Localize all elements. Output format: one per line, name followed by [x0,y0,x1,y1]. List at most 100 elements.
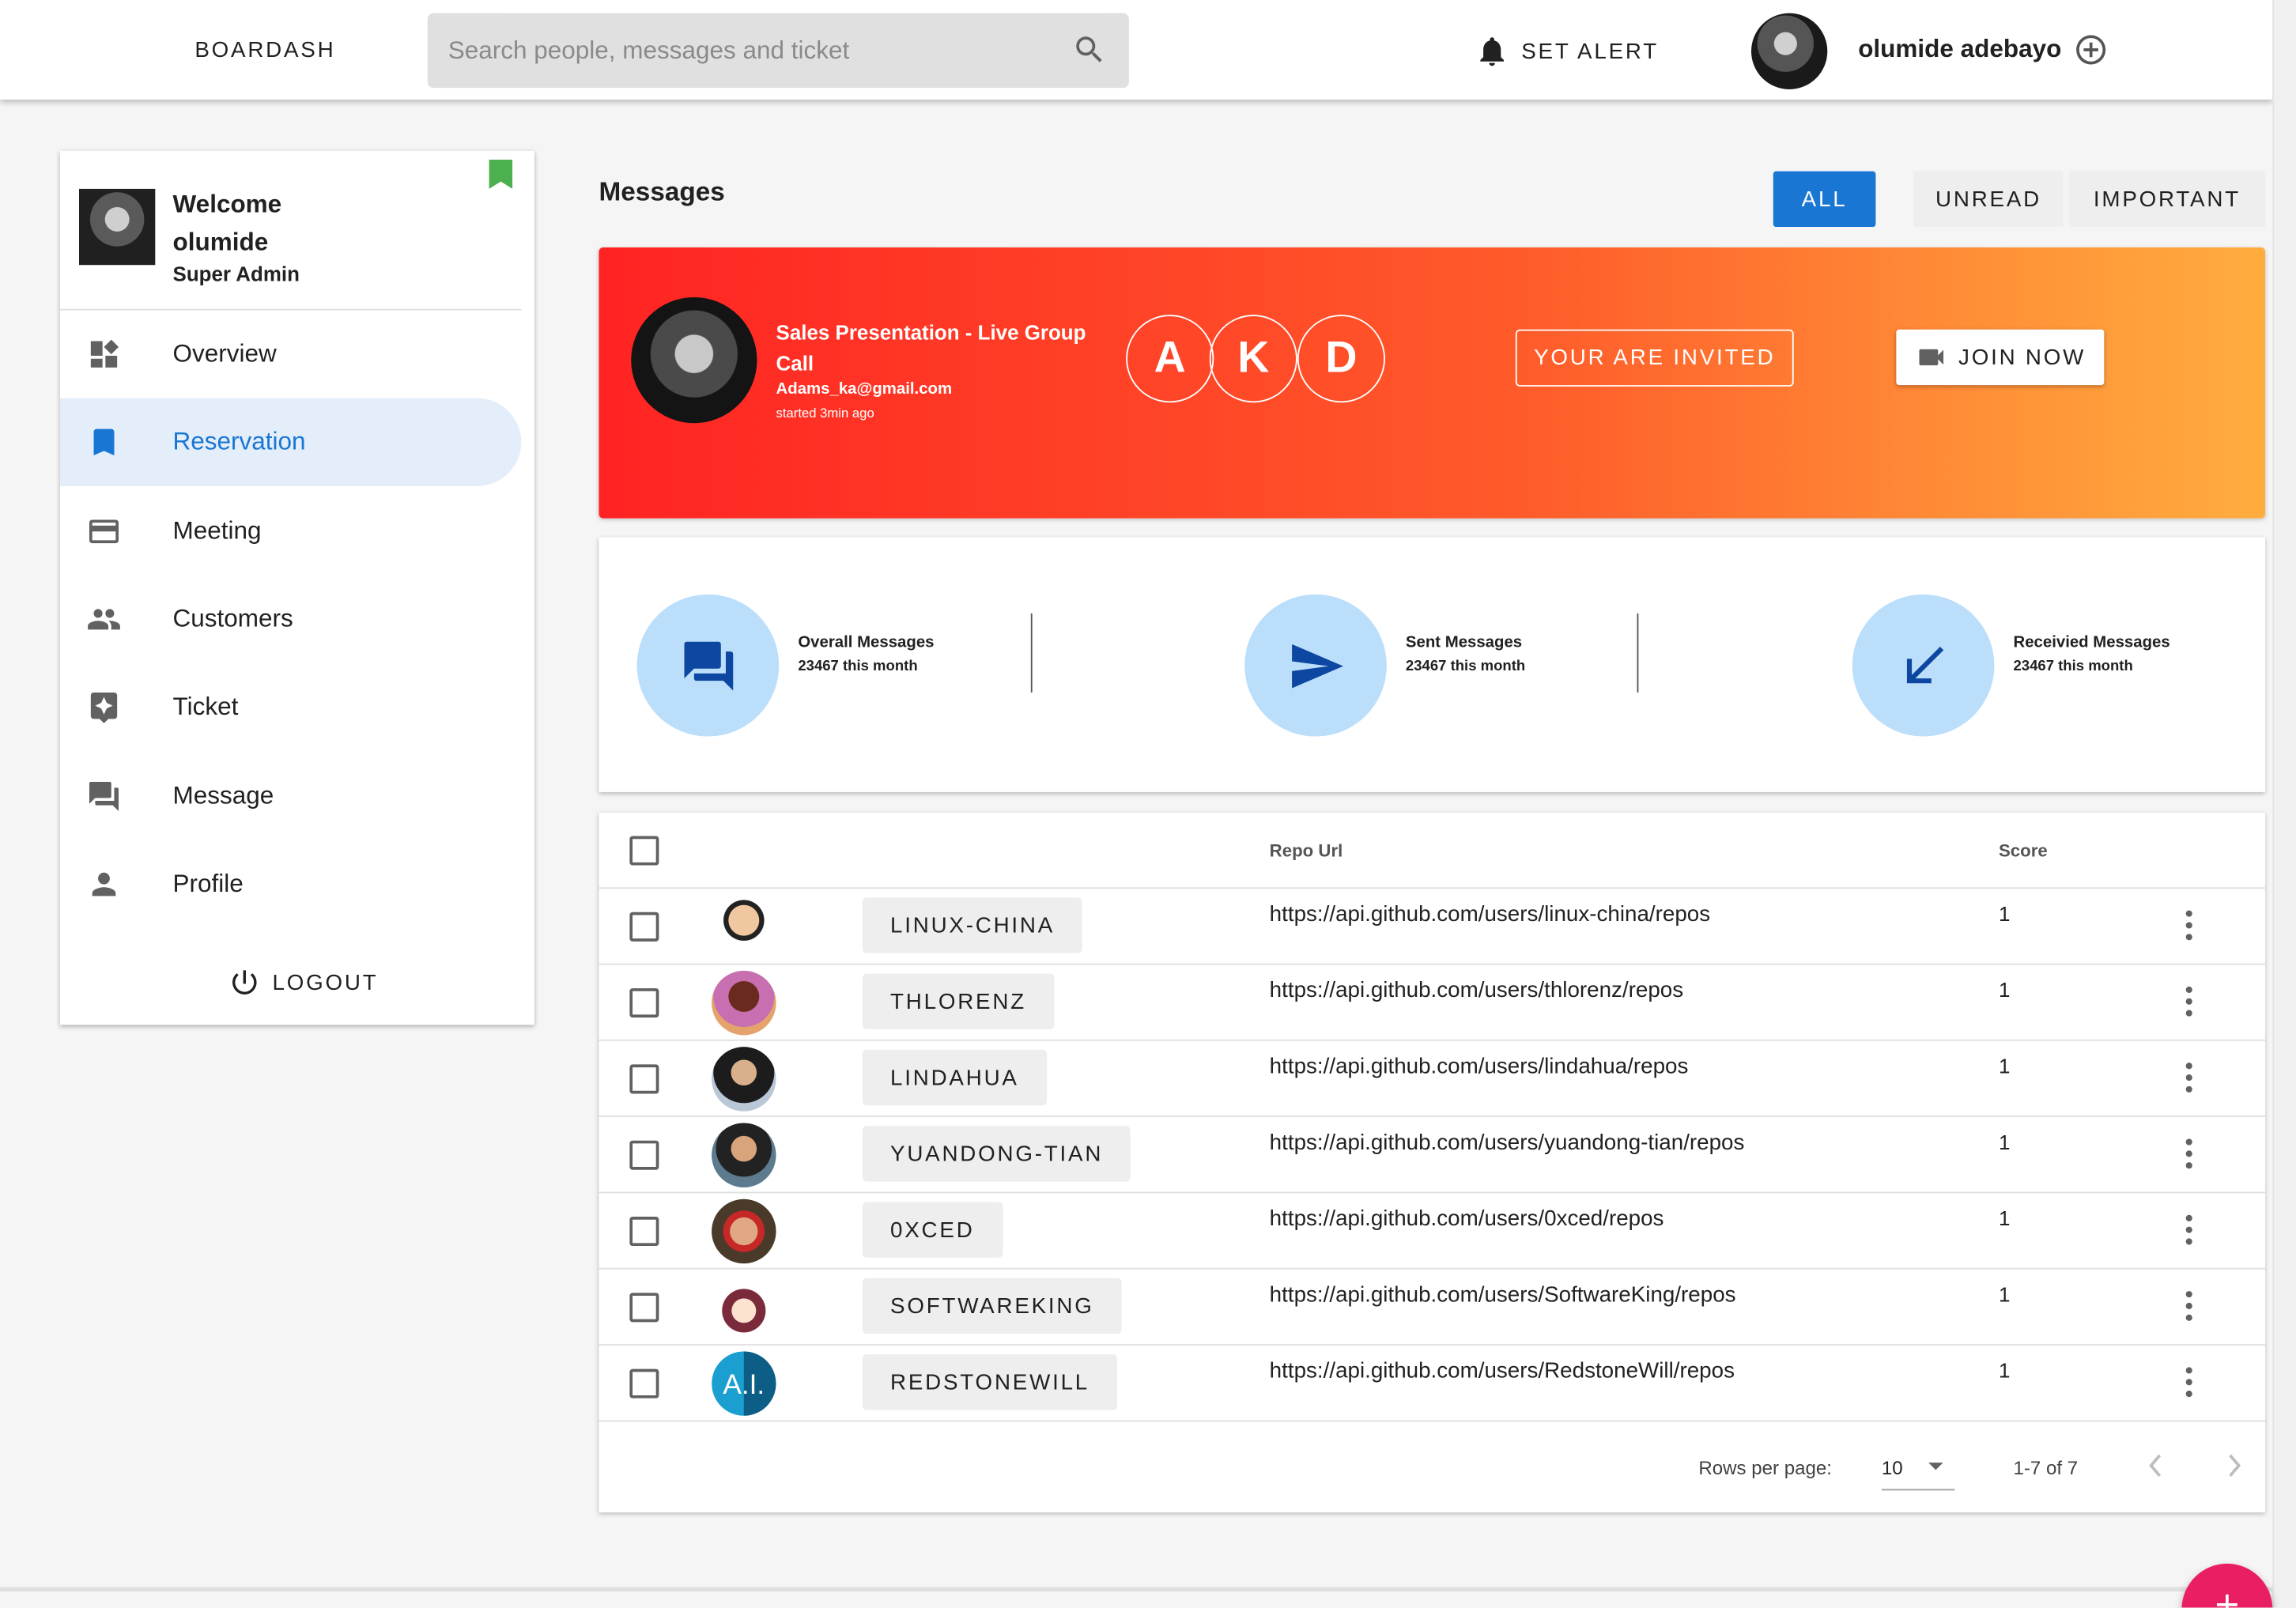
user-chip[interactable]: REDSTONEWILL [862,1354,1118,1410]
rows-per-page-value: 10 [1881,1456,1903,1479]
more-vert-icon[interactable] [2183,1214,2195,1246]
users-table: Repo Url Score LINUX-CHINA https://api.g… [599,812,2266,1513]
join-now-button[interactable]: JOIN NOW [1896,329,2105,386]
user-chip[interactable]: SOFTWAREKING [862,1278,1122,1334]
stat-icon-circle [636,594,780,737]
user-avatar[interactable] [1750,13,1828,89]
more-vert-icon[interactable] [2183,985,2195,1017]
sidebar-item-customers[interactable]: Customers [60,576,521,663]
add-circle-icon[interactable] [2073,32,2108,67]
sidebar-item-profile[interactable]: Profile [60,840,521,928]
participant-avatar[interactable]: A [1126,315,1214,403]
score-value: 1 [1998,1358,2011,1383]
sidebar-item-label: Overview [172,339,277,368]
filter-important-button[interactable]: IMPORTANT [2068,171,2266,228]
sidebar-item-label: Customers [172,604,293,633]
repo-url: https://api.github.com/users/0xced/repos [1269,1206,1664,1232]
repo-url: https://api.github.com/users/linux-china… [1269,901,1711,927]
participant-avatar[interactable]: D [1297,315,1385,403]
set-alert-label: SET ALERT [1521,39,1659,64]
stat-value: 23467 this month [1405,659,1526,675]
column-header-score[interactable]: Score [1999,840,2048,861]
page-range: 1-7 of 7 [2013,1456,2079,1479]
score-value: 1 [1998,978,2011,1002]
chevron-left-icon[interactable] [2145,1448,2166,1483]
rows-per-page-select[interactable]: 10 [1881,1448,1955,1491]
sidebar-item-overview[interactable]: Overview [60,311,521,398]
videocam-icon [1918,349,1943,366]
logout-button[interactable]: LOGOUT [228,966,379,998]
chevron-right-icon[interactable] [2224,1448,2245,1483]
more-vert-icon[interactable] [2183,1366,2195,1399]
invited-button[interactable]: YOUR ARE INVITED [1515,329,1794,387]
row-checkbox[interactable] [629,988,659,1018]
participant-avatar[interactable]: K [1209,315,1297,403]
row-checkbox[interactable] [629,1293,659,1323]
table-row[interactable]: LINUX-CHINA https://api.github.com/users… [599,887,2266,964]
avatar: A.I. [712,1351,776,1416]
stat-icon-circle [1244,594,1387,737]
stat-divider [1637,613,1639,693]
divider [0,1587,2273,1592]
filter-unread-button[interactable]: UNREAD [1913,171,2064,228]
user-chip[interactable]: LINDAHUA [862,1049,1047,1106]
table-row[interactable]: YUANDONG-TIAN https://api.github.com/use… [599,1115,2266,1193]
table-row[interactable]: LINDAHUA https://api.github.com/users/li… [599,1039,2266,1117]
score-value: 1 [1998,1130,2011,1154]
sidebar-item-meeting[interactable]: Meeting [60,488,521,576]
row-checkbox[interactable] [629,1368,659,1399]
search-icon[interactable] [1072,32,1107,67]
table-row[interactable]: THLORENZ https://api.github.com/users/th… [599,963,2266,1041]
user-chip[interactable]: LINUX-CHINA [862,897,1083,953]
sidebar-item-message[interactable]: Message [60,753,521,840]
arrow-down-left-icon [1905,646,1943,683]
page-scrollbar[interactable] [2272,0,2296,1608]
add-fab-button[interactable] [2181,1563,2273,1608]
set-alert-button[interactable]: SET ALERT [1475,32,1659,70]
welcome-text: Welcome olumide [173,186,349,262]
table-row[interactable]: 0XCED https://api.github.com/users/0xced… [599,1191,2266,1270]
row-checkbox[interactable] [629,1064,659,1094]
sidebar-item-label: Reservation [172,427,306,455]
stat-value: 23467 this month [798,659,918,675]
search-placeholder: Search people, messages and ticket [447,36,850,65]
search-input[interactable]: Search people, messages and ticket [427,13,1129,89]
user-role: Super Admin [172,262,300,286]
more-vert-icon[interactable] [2183,909,2195,942]
more-vert-icon[interactable] [2183,1062,2195,1094]
more-vert-icon[interactable] [2183,1138,2195,1170]
svg-text:A.I.: A.I. [723,1369,765,1400]
filter-all-button[interactable]: ALL [1773,171,1876,228]
sidebar-item-label: Ticket [172,692,239,721]
sidebar-item-ticket[interactable]: Ticket [60,663,521,751]
row-checkbox[interactable] [629,1140,659,1170]
table-row[interactable]: A.I. REDSTONEWILL https://api.github.com… [599,1344,2266,1421]
repo-url: https://api.github.com/users/thlorenz/re… [1269,978,1684,1003]
brand-logo[interactable]: BOARDASH [194,38,335,62]
power-icon [232,970,257,995]
user-chip[interactable]: 0XCED [862,1202,1003,1258]
select-all-checkbox[interactable] [629,836,659,866]
welcome-name: olumide [172,228,269,257]
more-vert-icon[interactable] [2183,1290,2195,1323]
rows-per-page-label: Rows per page: [1698,1456,1832,1479]
bell-icon [1480,37,1505,66]
arrow-drop-down-icon [1928,1463,1943,1470]
table-row[interactable]: SOFTWAREKING https://api.github.com/user… [599,1267,2266,1346]
bookmark-icon [93,428,115,455]
column-header-repo-url[interactable]: Repo Url [1270,840,1343,861]
top-app-bar: BOARDASH Search people, messages and tic… [0,0,2273,100]
user-chip[interactable]: YUANDONG-TIAN [862,1126,1131,1182]
row-checkbox[interactable] [629,912,659,942]
call-started-time: started 3min ago [776,406,874,421]
user-chip[interactable]: THLORENZ [862,973,1055,1029]
user-name[interactable]: olumide adebayo [1858,35,2061,64]
sidebar-item-reservation[interactable]: Reservation [59,398,522,486]
people-icon [88,609,120,630]
person-icon [92,872,116,896]
sidebar-item-label: Message [172,781,274,810]
live-call-banner: Sales Presentation - Live Group Call Ada… [599,247,2266,519]
stat-title: Sent Messages [1405,633,1523,652]
stat-icon-circle [1852,594,1995,737]
row-checkbox[interactable] [629,1217,659,1247]
